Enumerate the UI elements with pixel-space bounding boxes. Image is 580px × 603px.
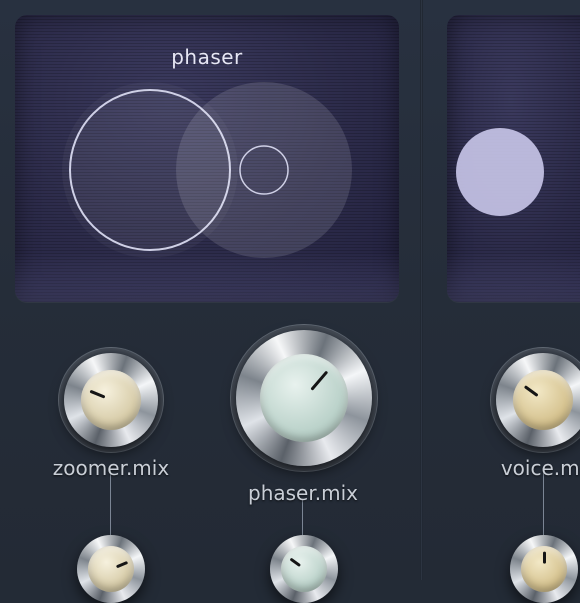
zoomer-sub-knob[interactable] xyxy=(77,535,145,603)
voice-circle xyxy=(456,128,544,216)
phaser-sub-knob[interactable] xyxy=(270,535,338,603)
phaser-mix-knob[interactable] xyxy=(230,324,378,472)
phaser-screen-glow xyxy=(15,252,399,302)
voice-mix-cap xyxy=(513,370,573,430)
zoomer-link-line xyxy=(110,470,111,540)
phaser-display: phaser xyxy=(15,15,399,302)
voice-mix-label: voice.mi xyxy=(500,456,580,480)
phaser-sub-cap xyxy=(281,546,327,592)
voice-sub-knob[interactable] xyxy=(510,535,578,603)
voice-link-line xyxy=(543,470,544,540)
phaser-mix-cap xyxy=(260,354,348,442)
phaser-mix-label: phaser.mix xyxy=(248,481,358,505)
phaser-link-line xyxy=(302,500,303,540)
zoomer-mix-knob[interactable] xyxy=(58,347,164,453)
voice-sub-pointer xyxy=(542,551,546,564)
zoomer-mix-label: zoomer.mix xyxy=(52,456,170,480)
phaser-circle-soft xyxy=(176,82,352,258)
zoomer-mix-cap xyxy=(81,370,141,430)
zoomer-sub-cap xyxy=(88,546,134,592)
voice-mix-knob[interactable] xyxy=(490,347,580,453)
voice-screen-glow xyxy=(447,252,580,302)
voice-display xyxy=(447,15,580,302)
